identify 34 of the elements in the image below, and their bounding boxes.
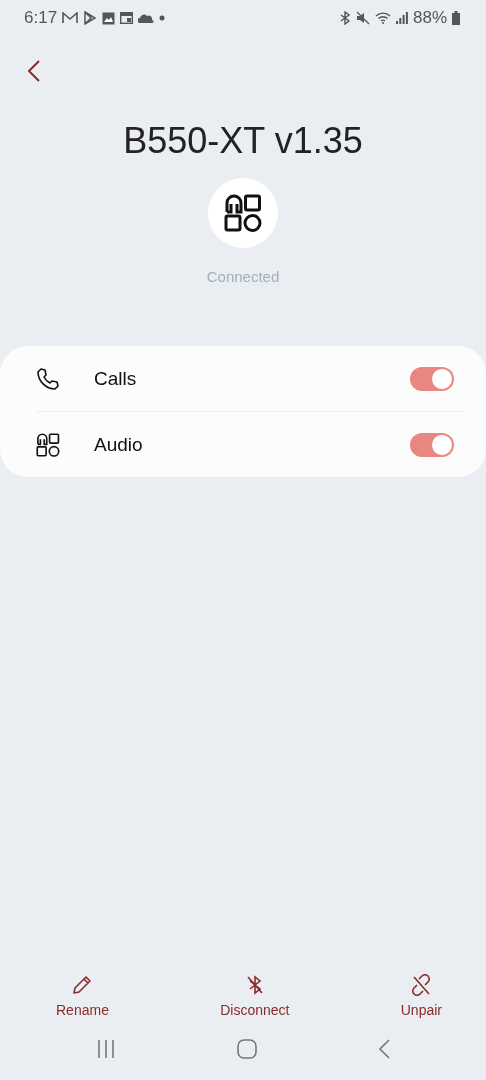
- battery-percent: 88%: [412, 8, 447, 28]
- mail-icon: [62, 12, 79, 24]
- toggle-switch[interactable]: [410, 432, 454, 457]
- setting-label: Calls: [94, 367, 138, 390]
- play-icon: [83, 11, 98, 25]
- back-icon: [28, 60, 40, 82]
- mute-icon: [355, 11, 370, 25]
- status-time: 6:17: [24, 8, 58, 28]
- calendar-icon: [120, 12, 134, 24]
- toggle-switch[interactable]: [410, 366, 454, 391]
- recents-icon: [96, 1040, 116, 1058]
- back-nav-button[interactable]: [378, 1038, 390, 1060]
- dot-icon: [159, 15, 166, 21]
- wifi-icon: [374, 12, 391, 24]
- back-icon: [378, 1039, 390, 1059]
- audio-icon: [224, 194, 262, 232]
- connection-status: Connected: [205, 268, 281, 285]
- image-icon: [102, 11, 116, 25]
- home-icon: [237, 1039, 257, 1059]
- recents-button[interactable]: [96, 1038, 116, 1060]
- action-button[interactable]: Unpair: [396, 970, 446, 1022]
- cloud-icon: [138, 13, 155, 23]
- home-button[interactable]: [237, 1038, 257, 1060]
- signal-icon: [395, 12, 408, 24]
- device-name: B550-XT v1.35: [122, 120, 364, 162]
- phone-icon: [36, 366, 60, 391]
- audio-icon: [36, 432, 60, 457]
- unlink-icon: [410, 974, 433, 996]
- setting-label: Audio: [94, 433, 144, 456]
- action-button[interactable]: Rename: [52, 970, 113, 1022]
- action-button[interactable]: Disconnect: [216, 970, 294, 1022]
- battery-icon: [452, 11, 460, 25]
- pencil-icon: [71, 974, 94, 996]
- bluetooth-icon: [338, 11, 351, 25]
